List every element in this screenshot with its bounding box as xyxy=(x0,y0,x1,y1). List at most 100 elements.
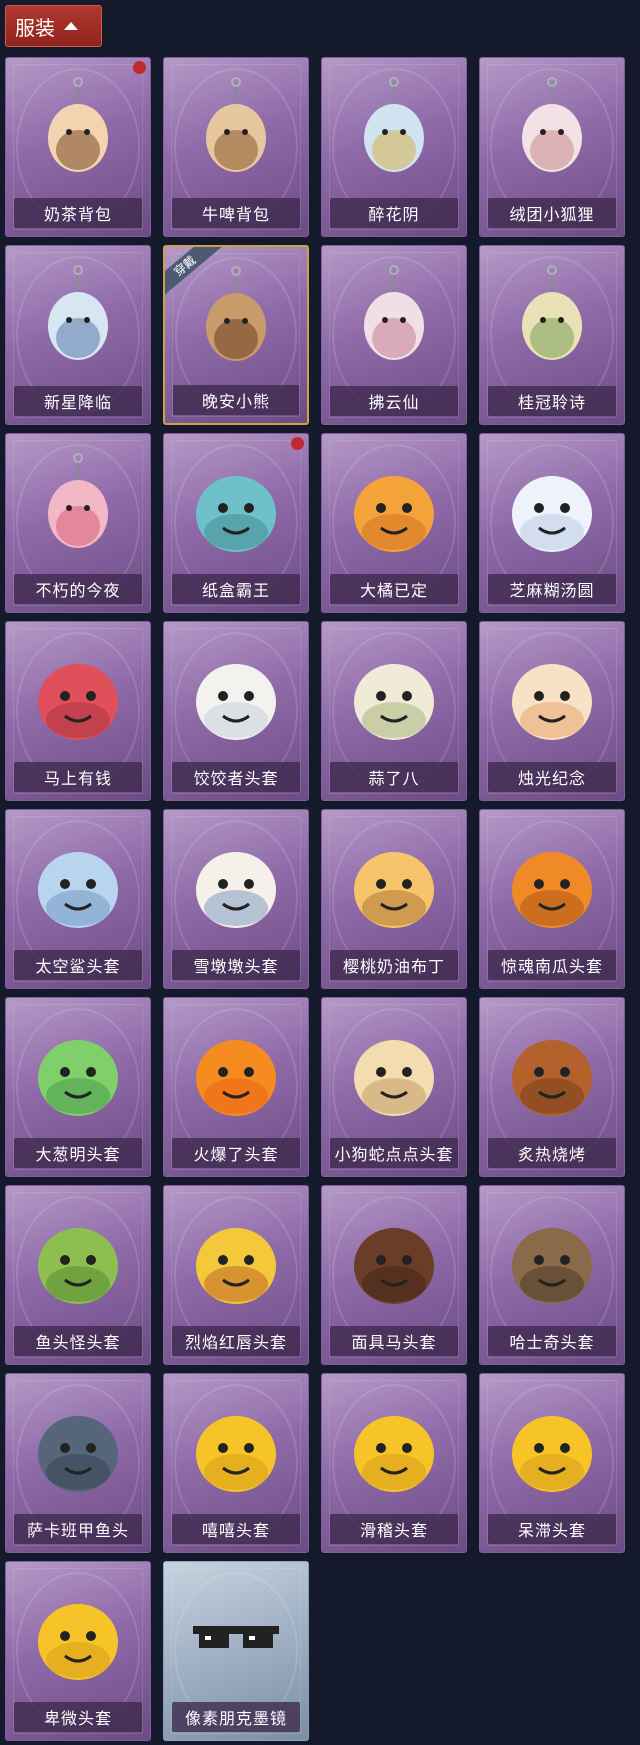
fox-charm-icon xyxy=(497,76,607,186)
item-card[interactable]: 芝麻糊汤圆 xyxy=(479,433,625,613)
item-label: 面具马头套 xyxy=(330,1326,458,1356)
item-card[interactable]: 纸盒霸王 xyxy=(163,433,309,613)
chevron-up-icon xyxy=(64,22,78,30)
pudding-head-icon xyxy=(339,828,449,938)
husky-head-icon xyxy=(497,1204,607,1314)
item-label: 惊魂南瓜头套 xyxy=(488,950,616,980)
item-card[interactable]: 惊魂南瓜头套 xyxy=(479,809,625,989)
item-card[interactable]: 蒜了八 xyxy=(321,621,467,801)
item-card[interactable]: 马上有钱 xyxy=(5,621,151,801)
item-label: 嘻嘻头套 xyxy=(172,1514,300,1544)
candle-head-icon xyxy=(497,640,607,750)
item-label: 卑微头套 xyxy=(14,1702,142,1732)
item-card[interactable]: 大葱明头套 xyxy=(5,997,151,1177)
new-indicator-dot xyxy=(291,437,304,450)
item-label: 新星降临 xyxy=(14,386,142,416)
item-card[interactable]: 不朽的今夜 xyxy=(5,433,151,613)
item-label: 烛光纪念 xyxy=(488,762,616,792)
item-card[interactable]: 嘻嘻头套 xyxy=(163,1373,309,1553)
fish-head-icon xyxy=(23,1204,133,1314)
item-label: 晚安小熊 xyxy=(173,385,299,415)
item-label: 醉花阴 xyxy=(330,198,458,228)
item-card[interactable]: 樱桃奶油布丁 xyxy=(321,809,467,989)
item-card[interactable]: 新星降临 xyxy=(5,245,151,425)
item-card[interactable]: 鱼头怪头套 xyxy=(5,1185,151,1365)
item-card[interactable]: 哈士奇头套 xyxy=(479,1185,625,1365)
item-label: 炙热烧烤 xyxy=(488,1138,616,1168)
item-label: 樱桃奶油布丁 xyxy=(330,950,458,980)
item-label: 鱼头怪头套 xyxy=(14,1326,142,1356)
pumpkin-head-icon xyxy=(497,828,607,938)
item-label: 饺饺者头套 xyxy=(172,762,300,792)
costume-category-button[interactable]: 服装 xyxy=(5,5,102,47)
item-label: 大橘已定 xyxy=(330,574,458,604)
item-card[interactable]: 牛啤背包 xyxy=(163,57,309,237)
item-card[interactable]: 炙热烧烤 xyxy=(479,997,625,1177)
item-card[interactable]: 烈焰红唇头套 xyxy=(163,1185,309,1365)
item-card[interactable]: 大橘已定 xyxy=(321,433,467,613)
item-card[interactable]: 奶茶背包 xyxy=(5,57,151,237)
fire-head-icon xyxy=(181,1016,291,1126)
item-label: 不朽的今夜 xyxy=(14,574,142,604)
item-card[interactable]: 太空鲨头套 xyxy=(5,809,151,989)
item-label: 绒团小狐狸 xyxy=(488,198,616,228)
item-card[interactable]: 滑稽头套 xyxy=(321,1373,467,1553)
cloud-fairy-charm-icon xyxy=(339,264,449,374)
item-label: 纸盒霸王 xyxy=(172,574,300,604)
item-card[interactable]: 拂云仙 xyxy=(321,245,467,425)
space-shark-head-icon xyxy=(23,828,133,938)
sacabambaspis-head-icon xyxy=(23,1392,133,1502)
item-card[interactable]: 小狗蛇点点头套 xyxy=(321,997,467,1177)
item-label: 火爆了头套 xyxy=(172,1138,300,1168)
garlic-head-icon xyxy=(339,640,449,750)
cardboard-dino-icon xyxy=(181,452,291,562)
item-label: 萨卡班甲鱼头 xyxy=(14,1514,142,1544)
item-label: 太空鲨头套 xyxy=(14,950,142,980)
new-indicator-dot xyxy=(133,61,146,74)
item-card[interactable]: 烛光纪念 xyxy=(479,621,625,801)
fox-bowl-icon xyxy=(23,452,133,562)
horse-head-icon xyxy=(23,640,133,750)
item-label: 马上有钱 xyxy=(14,762,142,792)
dog-snake-head-icon xyxy=(339,1016,449,1126)
orange-slice-icon xyxy=(339,452,449,562)
item-card[interactable]: 穿戴 晚安小熊 xyxy=(163,245,309,425)
funny-emoji-head-icon xyxy=(339,1392,449,1502)
item-label: 烈焰红唇头套 xyxy=(172,1326,300,1356)
dumpling-head-icon xyxy=(181,640,291,750)
item-label: 奶茶背包 xyxy=(14,198,142,228)
bbq-head-icon xyxy=(497,1016,607,1126)
horse-mask-head-icon xyxy=(339,1204,449,1314)
snowman-head-icon xyxy=(181,828,291,938)
item-label: 桂冠聆诗 xyxy=(488,386,616,416)
item-label: 大葱明头套 xyxy=(14,1138,142,1168)
pixel-sunglasses-icon xyxy=(181,1580,291,1690)
star-boy-charm-icon xyxy=(23,264,133,374)
item-card[interactable]: 火爆了头套 xyxy=(163,997,309,1177)
item-card[interactable]: 绒团小狐狸 xyxy=(479,57,625,237)
dazed-emoji-head-icon xyxy=(497,1392,607,1502)
item-label: 哈士奇头套 xyxy=(488,1326,616,1356)
red-lips-head-icon xyxy=(181,1204,291,1314)
item-card[interactable]: 呆滞头套 xyxy=(479,1373,625,1553)
item-card[interactable]: 像素朋克墨镜 xyxy=(163,1561,309,1741)
item-label: 蒜了八 xyxy=(330,762,458,792)
item-card[interactable]: 雪墩墩头套 xyxy=(163,809,309,989)
item-grid: 奶茶背包 牛啤背包 醉花阴 绒团小狐狸新星降临 穿戴 晚安小熊 拂云仙 桂冠聆诗不朽的今夜 纸盒… xyxy=(5,57,625,1741)
item-card[interactable]: 饺饺者头套 xyxy=(163,621,309,801)
item-card[interactable]: 桂冠聆诗 xyxy=(479,245,625,425)
cow-beer-backpack-icon xyxy=(181,76,291,186)
grin-emoji-head-icon xyxy=(181,1392,291,1502)
item-card[interactable]: 卑微头套 xyxy=(5,1561,151,1741)
costume-category-label: 服装 xyxy=(15,15,55,40)
item-card[interactable]: 醉花阴 xyxy=(321,57,467,237)
item-label: 小狗蛇点点头套 xyxy=(330,1138,458,1168)
humble-emoji-head-icon xyxy=(23,1580,133,1690)
item-card[interactable]: 萨卡班甲鱼头 xyxy=(5,1373,151,1553)
item-label: 芝麻糊汤圆 xyxy=(488,574,616,604)
item-card[interactable]: 面具马头套 xyxy=(321,1185,467,1365)
laurel-poet-charm-icon xyxy=(497,264,607,374)
item-label: 拂云仙 xyxy=(330,386,458,416)
scallion-head-icon xyxy=(23,1016,133,1126)
item-label: 像素朋克墨镜 xyxy=(172,1702,300,1732)
